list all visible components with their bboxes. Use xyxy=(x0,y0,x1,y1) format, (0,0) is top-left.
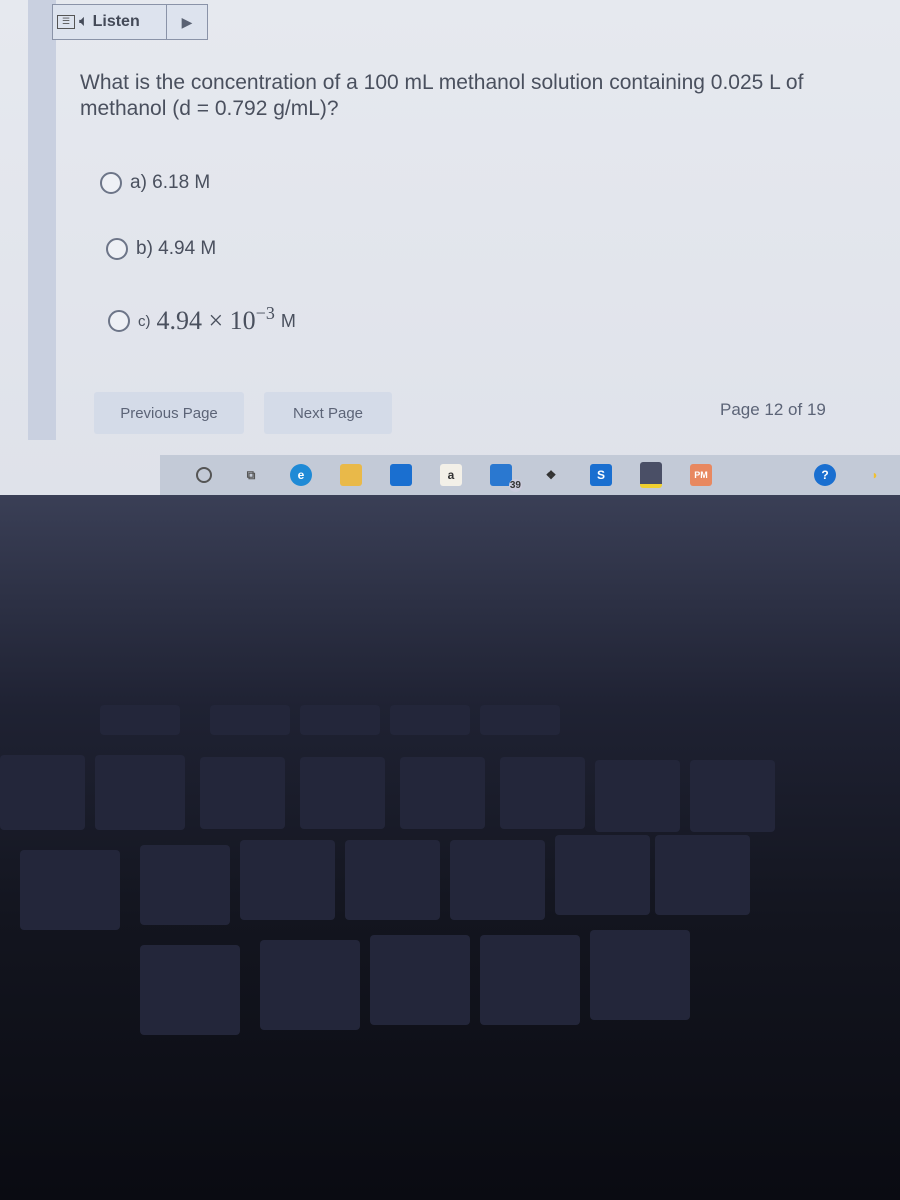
search-circle-icon[interactable] xyxy=(196,467,212,483)
mail-badge: 39 xyxy=(508,479,522,492)
option-c-mantissa: 4.94 × 10 xyxy=(156,306,256,335)
laptop-keyboard-photo xyxy=(0,495,900,1200)
mail-icon[interactable]: 39 xyxy=(490,464,522,492)
radio-a[interactable] xyxy=(100,172,122,194)
option-c[interactable]: c) 4.94 × 10 −3 M xyxy=(108,302,296,336)
next-page-button[interactable]: Next Page xyxy=(264,392,392,434)
radio-b[interactable] xyxy=(106,238,128,260)
option-a[interactable]: a) 6.18 M xyxy=(100,172,210,194)
pm-app-icon[interactable]: PM xyxy=(690,464,712,486)
help-icon[interactable]: ? xyxy=(814,464,836,486)
option-b[interactable]: b) 4.94 M xyxy=(106,238,216,260)
task-view-icon[interactable]: ⧉ xyxy=(240,464,262,486)
taskbar: ⧉ e a 39 ❖ S PM ? ◗ xyxy=(160,455,900,495)
listen-button[interactable]: Listen xyxy=(93,13,140,31)
option-c-exponent: −3 xyxy=(255,302,275,323)
file-explorer-icon[interactable] xyxy=(340,464,362,486)
left-sidebar-strip xyxy=(28,0,56,440)
page-indicator: Page 12 of 19 xyxy=(720,400,826,419)
browser-screen: ☰ 🔈︎ Listen ▶ What is the concentration … xyxy=(0,0,900,495)
dropbox-icon[interactable]: ❖ xyxy=(540,464,562,486)
store-icon[interactable] xyxy=(390,464,412,486)
amazon-icon[interactable]: a xyxy=(440,464,462,486)
edge-browser-icon[interactable]: e xyxy=(290,464,312,486)
option-c-unit: M xyxy=(280,310,296,331)
menu-icon[interactable]: ☰ xyxy=(57,15,75,29)
option-c-prefix: c) xyxy=(138,312,151,330)
option-a-label: a) 6.18 M xyxy=(130,172,211,193)
speaker-icon: 🔈︎ xyxy=(79,13,89,30)
previous-page-button[interactable]: Previous Page xyxy=(94,392,244,434)
option-b-label: b) 4.94 M xyxy=(136,238,217,259)
banana-icon[interactable]: ◗ xyxy=(864,464,886,486)
sticky-notes-icon[interactable] xyxy=(640,462,662,488)
question-text: What is the concentration of a 100 mL me… xyxy=(80,71,804,120)
radio-c[interactable] xyxy=(108,310,130,332)
listen-toolbar[interactable]: ☰ 🔈︎ Listen ▶ xyxy=(52,4,208,40)
play-icon[interactable]: ▶ xyxy=(167,14,207,31)
app-s-icon[interactable]: S xyxy=(590,464,612,486)
